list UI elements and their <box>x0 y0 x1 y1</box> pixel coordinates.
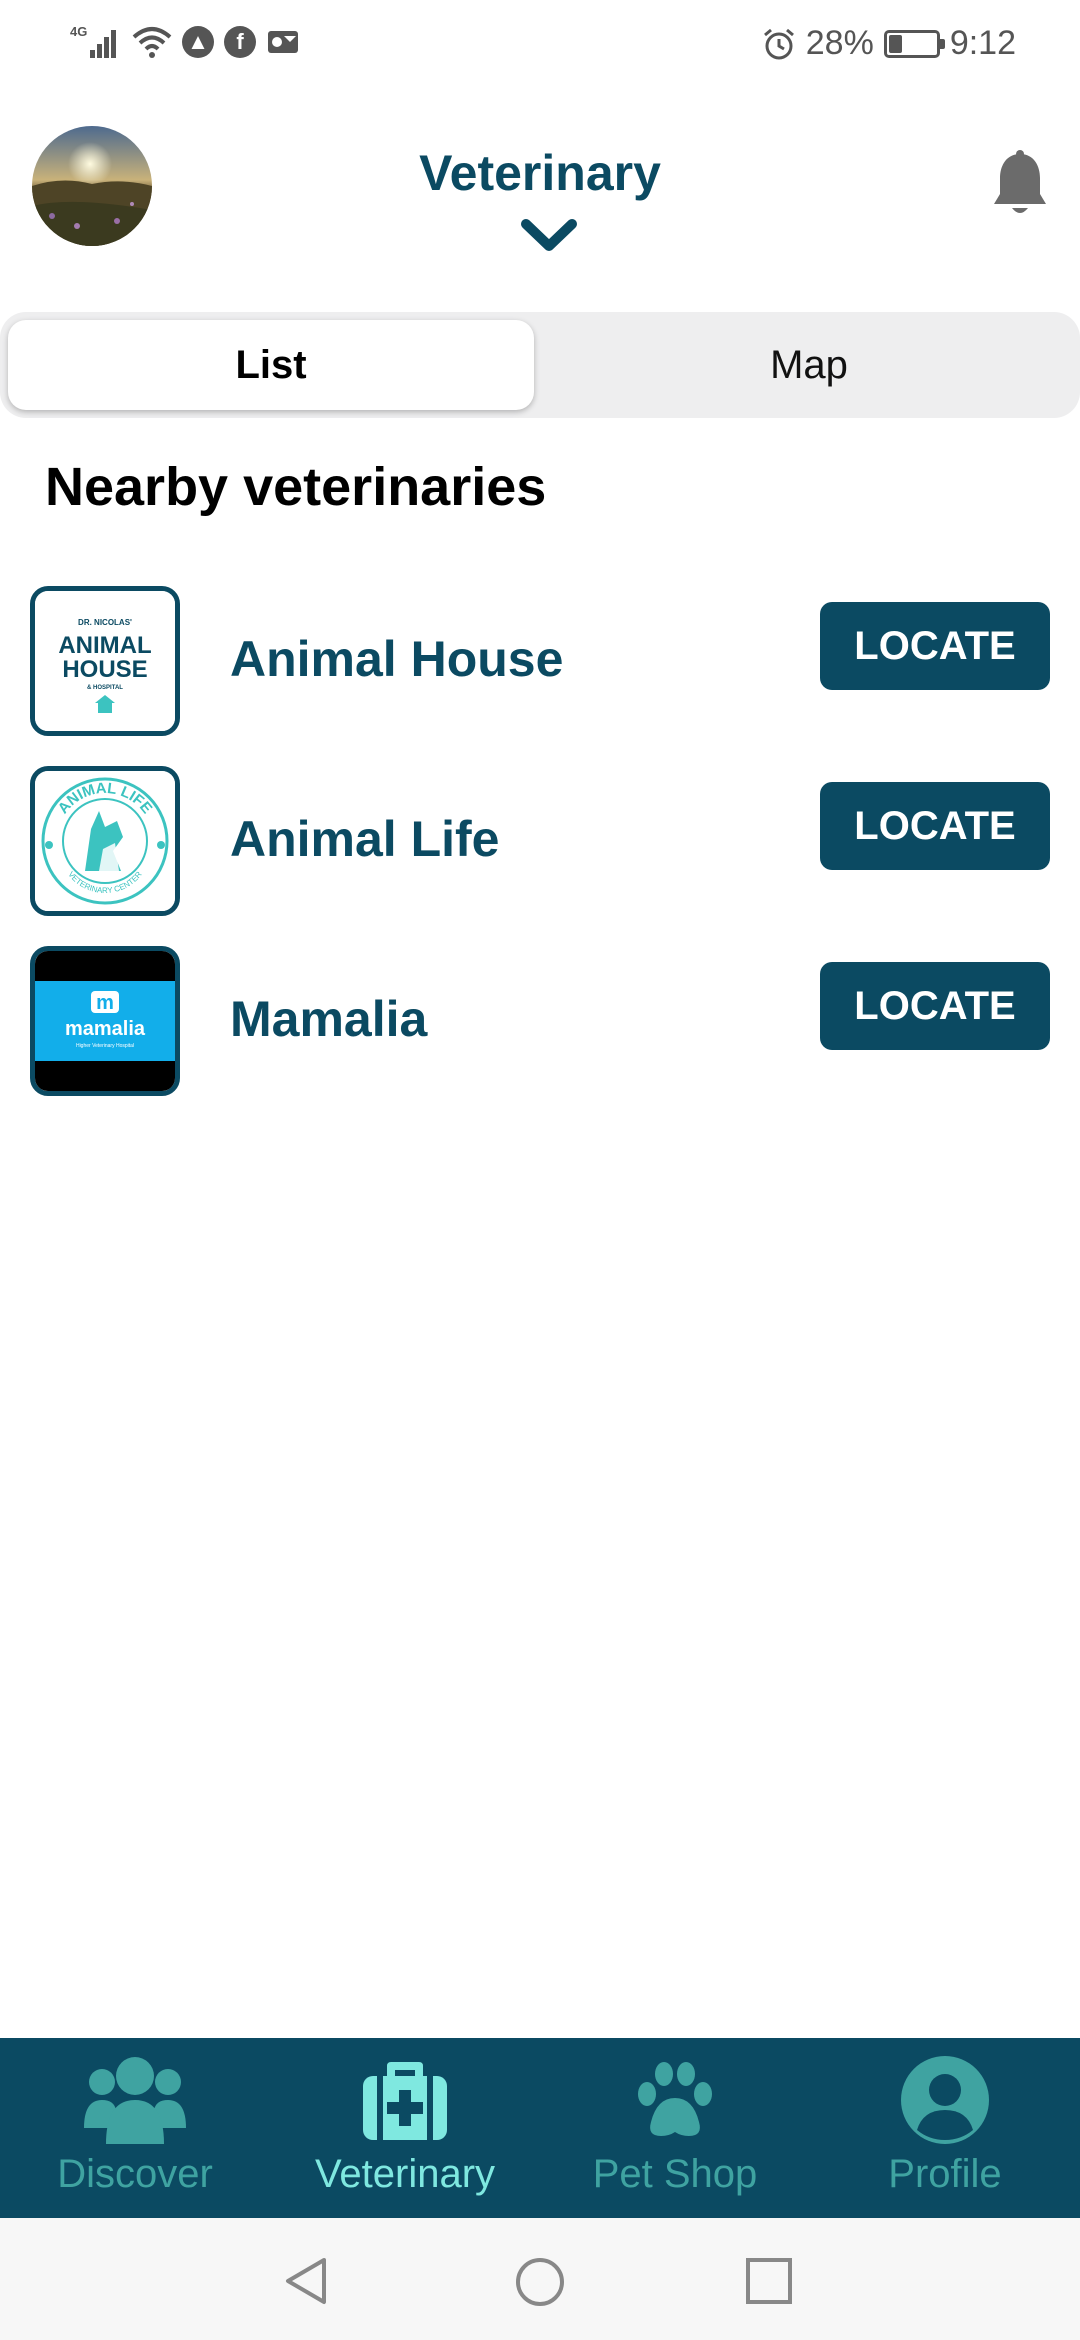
list-item[interactable]: m mamalia Higher Veterinary Hospital Mam… <box>0 940 1080 1100</box>
user-circle-icon <box>897 2050 993 2150</box>
nav-label: Discover <box>57 2152 213 2196</box>
logo-top-text: DR. NICOLAS' <box>78 618 132 627</box>
paw-icon <box>627 2050 723 2150</box>
home-icon[interactable] <box>514 2256 566 2313</box>
logo-subtext: Higher Veterinary Hospital <box>76 1043 134 1049</box>
list-item[interactable]: ANIMAL LIFE VETERINARY CENTER Animal Lif… <box>0 760 1080 920</box>
chevron-down-icon[interactable] <box>520 216 578 261</box>
mamalia-logo: m mamalia Higher Veterinary Hospital <box>30 946 180 1096</box>
status-icons-left: 4G ▲ f <box>68 24 300 60</box>
medical-kit-icon <box>357 2050 453 2150</box>
animal-house-logo: DR. NICOLAS' ANIMAL HOUSE & HOSPITAL <box>30 586 180 736</box>
nav-item-veterinary[interactable]: Veterinary <box>270 2038 540 2218</box>
back-icon[interactable] <box>282 2256 332 2311</box>
vet-name: Animal House <box>230 631 564 687</box>
view-toggle: List Map <box>0 312 1080 418</box>
nav-label: Pet Shop <box>592 2152 758 2196</box>
nav-label: Profile <box>888 2152 1002 2196</box>
battery-icon <box>883 29 945 58</box>
status-icons-right: 28% 9:12 <box>762 24 1016 63</box>
title-wrap: Veterinary <box>0 144 1080 202</box>
status-bar: 4G ▲ f 28% 9:12 <box>0 0 1080 90</box>
logo-line1: ANIMAL <box>58 632 151 659</box>
bell-icon[interactable] <box>990 150 1050 225</box>
nav-item-pet-shop[interactable]: Pet Shop <box>540 2038 810 2218</box>
wifi-icon <box>132 25 172 59</box>
logo-line2: HOUSE <box>62 656 147 683</box>
animal-life-logo: ANIMAL LIFE VETERINARY CENTER <box>30 766 180 916</box>
signal-icon: 4G <box>68 24 122 60</box>
nav-item-discover[interactable]: Discover <box>0 2038 270 2218</box>
locate-button[interactable]: LOCATE <box>820 782 1050 870</box>
list-item[interactable]: DR. NICOLAS' ANIMAL HOUSE & HOSPITAL Ani… <box>0 580 1080 740</box>
page-title[interactable]: Veterinary <box>419 144 661 202</box>
app-header: Veterinary <box>0 120 1080 270</box>
section-title: Nearby veterinaries <box>45 457 547 517</box>
network-type: 4G <box>70 24 87 39</box>
vet-name: Mamalia <box>230 991 428 1047</box>
system-nav-bar <box>0 2218 1080 2340</box>
app-notification-icon: ▲ <box>182 26 214 58</box>
users-icon <box>80 2050 190 2150</box>
nav-item-profile[interactable]: Profile <box>810 2038 1080 2218</box>
alarm-icon <box>762 27 796 61</box>
battery-percent: 28% <box>805 24 874 62</box>
locate-button[interactable]: LOCATE <box>820 602 1050 690</box>
bottom-nav: Discover Veterinary Pet Shop Profile <box>0 2038 1080 2218</box>
tab-list[interactable]: List <box>8 320 534 410</box>
recents-icon[interactable] <box>744 2256 794 2311</box>
locate-button[interactable]: LOCATE <box>820 962 1050 1050</box>
battery-level <box>888 34 902 53</box>
logo-text: mamalia <box>65 1018 146 1040</box>
logo-mark: m <box>96 992 114 1014</box>
clock: 9:12 <box>949 24 1016 62</box>
logo-bottom-text: & HOSPITAL <box>87 685 123 691</box>
tab-map[interactable]: Map <box>546 320 1072 410</box>
facebook-icon: f <box>224 26 256 58</box>
vet-name: Animal Life <box>230 811 500 867</box>
nav-label: Veterinary <box>314 2152 496 2196</box>
outlook-icon <box>266 27 300 57</box>
